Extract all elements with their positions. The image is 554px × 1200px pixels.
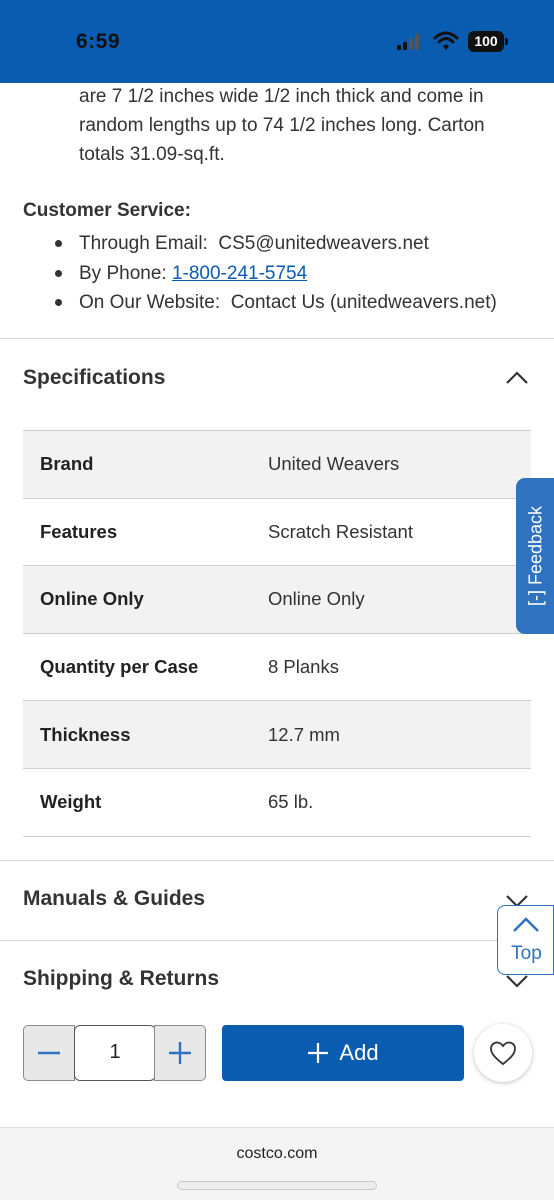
customer-service-list: Through Email: CS5@unitedweavers.net By … [55,229,497,318]
home-indicator[interactable] [177,1181,377,1190]
support-email: CS5@unitedweavers.net [218,233,429,254]
email-label: Through Email: [79,233,219,254]
table-row: Features Scratch Resistant [23,499,531,567]
specifications-title[interactable]: Specifications [23,366,165,390]
spec-value: Online Only [268,588,365,610]
plus-icon [308,1043,329,1063]
chevron-up-icon[interactable] [505,370,529,386]
feedback-label: [-] Feedback [525,505,546,607]
spec-key: Features [40,520,118,542]
description-line: random lengths up to 74 1/2 inches long.… [79,115,485,136]
back-to-top-button[interactable]: Top [497,905,554,975]
browser-bottom-bar: costco.com [0,1127,554,1200]
decrease-quantity-button[interactable] [23,1025,75,1081]
shipping-returns-title[interactable]: Shipping & Returns [23,967,219,991]
phone-label: By Phone: [79,262,172,284]
divider [0,940,554,941]
cellular-signal-icon [397,34,423,50]
add-to-cart-button[interactable]: Add [222,1025,464,1081]
table-row: Brand United Weavers [23,431,531,499]
add-to-cart-label: Add [339,1040,379,1065]
back-to-top-label: Top [511,943,542,964]
status-bar: 6:59 100 [0,0,554,83]
battery-level: 100 [468,31,504,52]
spec-key: Thickness [40,723,131,745]
table-row: Online Only Online Only [23,566,531,634]
heart-icon [490,1041,516,1066]
chevron-up-icon [513,917,539,932]
spec-value: 8 Planks [268,656,339,678]
customer-service-title: Customer Service: [23,200,191,221]
list-item: Through Email: CS5@unitedweavers.net [55,229,497,259]
battery-icon: 100 [468,31,508,52]
product-description: are 7 1/2 inches wide 1/2 inch thick and… [79,82,529,169]
feedback-tab[interactable]: [-] Feedback [516,478,554,634]
divider [0,338,554,339]
quantity-input[interactable]: 1 [74,1025,156,1081]
spec-value: Scratch Resistant [268,520,413,542]
wifi-icon [433,31,459,51]
table-row: Thickness 12.7 mm [23,701,531,769]
table-row: Weight 65 lb. [23,769,531,837]
favorite-button[interactable] [474,1024,532,1082]
spec-key: Quantity per Case [40,656,199,678]
chevron-down-icon[interactable] [505,973,529,989]
specifications-table: Brand United Weavers Features Scratch Re… [23,430,531,837]
minus-icon [38,1051,60,1055]
description-line: are 7 1/2 inches wide 1/2 inch thick and… [79,86,484,107]
spec-value: 12.7 mm [268,723,340,745]
phone-link[interactable]: 1-800-241-5754 [172,263,307,284]
website-label: On Our Website: [79,292,231,313]
list-item: On Our Website: Contact Us (unitedweaver… [55,288,497,318]
spec-key: Brand [40,453,94,475]
website-text: Contact Us (unitedweavers.net) [230,292,497,313]
add-to-cart-bar: 1 Add [0,1005,554,1125]
spec-value: 65 lb. [268,791,314,813]
spec-key: Online Only [40,588,144,610]
plus-icon [169,1042,191,1064]
status-time: 6:59 [76,30,121,53]
increase-quantity-button[interactable] [154,1025,206,1081]
browser-domain[interactable]: costco.com [0,1145,554,1163]
manuals-guides-title[interactable]: Manuals & Guides [23,887,205,911]
description-line: totals 31.09-sq.ft. [79,144,225,165]
spec-key: Weight [40,791,102,813]
spec-value: United Weavers [268,453,400,475]
table-row: Quantity per Case 8 Planks [23,634,531,702]
divider [0,860,554,861]
list-item: By Phone: 1-800-241-5754 [55,259,497,289]
